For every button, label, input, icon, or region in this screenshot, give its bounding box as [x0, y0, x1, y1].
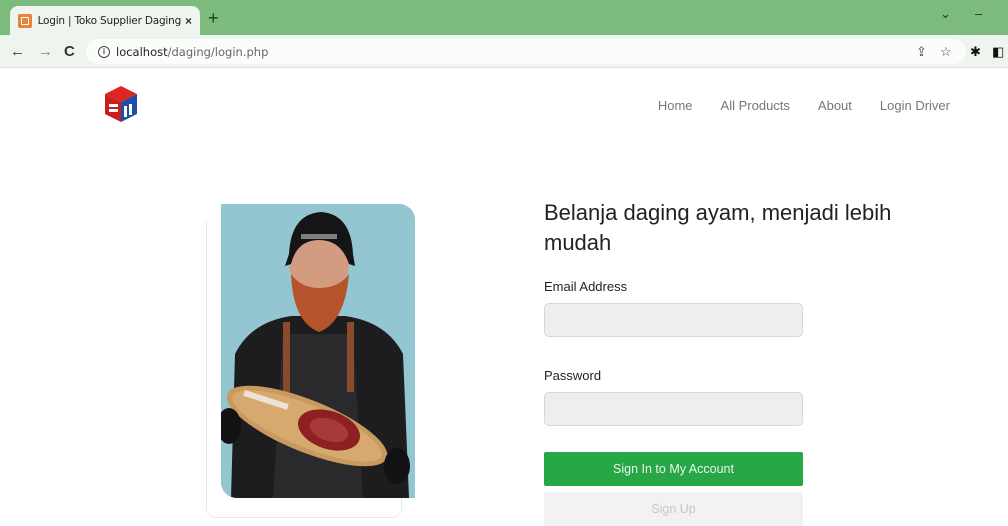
butcher-illustration [221, 204, 415, 498]
side-panel-icon[interactable]: ◧ [992, 44, 1004, 60]
password-field[interactable] [544, 392, 803, 426]
nav-all-products[interactable]: All Products [721, 98, 790, 113]
url-text: localhost/daging/login.php [116, 45, 268, 59]
butcher-photo [221, 204, 415, 498]
tab-title: Login | Toko Supplier Daging Ayam [37, 14, 181, 27]
nav-home[interactable]: Home [658, 98, 693, 113]
main-nav: Home All Products About Login Driver [658, 98, 950, 113]
email-label: Email Address [544, 279, 628, 294]
login-heading: Belanja daging ayam, menjadi lebih mudah [544, 200, 892, 255]
site-info-icon[interactable]: i [98, 45, 110, 58]
password-label: Password [544, 368, 602, 383]
email-field[interactable] [544, 303, 803, 337]
bookmark-star-icon[interactable]: ☆ [940, 44, 952, 60]
minimize-icon[interactable]: – [975, 6, 982, 21]
nav-about[interactable]: About [818, 98, 852, 113]
tab-close-icon[interactable]: × [185, 14, 192, 28]
reload-icon[interactable]: C [64, 43, 75, 60]
nav-login-driver[interactable]: Login Driver [880, 98, 950, 113]
back-icon[interactable]: ← [10, 43, 25, 60]
extensions-icon[interactable]: ✱ [970, 44, 981, 60]
site-logo[interactable] [103, 84, 139, 124]
url-input[interactable]: i localhost/daging/login.php [86, 39, 966, 64]
tab-search-icon[interactable]: ⌄ [940, 6, 951, 22]
browser-tab[interactable]: Login | Toko Supplier Daging Ayam × [10, 6, 200, 35]
url-host: localhost [116, 44, 168, 59]
address-bar: ← → C i localhost/daging/login.php ⇪ ☆ ✱… [0, 35, 1008, 68]
sign-up-button[interactable]: Sign Up [544, 492, 803, 526]
share-icon[interactable]: ⇪ [916, 44, 927, 60]
browser-tab-bar: Login | Toko Supplier Daging Ayam × + ⌄ … [0, 0, 1008, 35]
forward-icon[interactable]: → [38, 43, 53, 60]
url-path: /daging/login.php [167, 44, 269, 59]
favicon-icon [18, 13, 32, 28]
new-tab-button[interactable]: + [208, 8, 219, 29]
sign-in-button[interactable]: Sign In to My Account [544, 452, 803, 486]
